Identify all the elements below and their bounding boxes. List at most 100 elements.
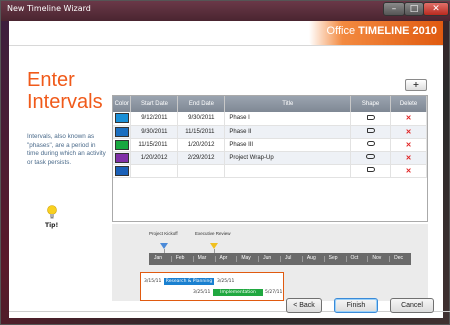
color-swatch[interactable] (114, 126, 129, 137)
add-interval-button[interactable]: + (405, 79, 427, 91)
month-separator (323, 256, 325, 262)
header-start-date[interactable]: Start Date (130, 96, 179, 112)
task-end-date: 3/25/11 (217, 279, 235, 284)
start-date-cell[interactable]: 9/30/2011 (130, 125, 179, 139)
delete-icon[interactable]: ✕ (406, 129, 412, 136)
task-bar: Implementation (213, 289, 263, 296)
close-button[interactable]: ✕ (423, 2, 449, 16)
color-cell[interactable] (113, 164, 132, 178)
task-start-date: 3/25/11 (193, 290, 211, 295)
color-cell[interactable] (113, 125, 132, 139)
rounded-shape-icon[interactable] (366, 141, 375, 146)
month-label: Feb (175, 255, 185, 261)
title-cell[interactable] (224, 164, 352, 178)
delete-icon[interactable]: ✕ (406, 155, 412, 162)
end-date-cell[interactable]: 9/30/2011 (177, 112, 226, 126)
month-separator (258, 256, 260, 262)
month-separator (236, 256, 238, 262)
banner-shape-icon[interactable] (366, 114, 375, 120)
start-date-cell[interactable] (130, 164, 179, 178)
month-label: Jun (263, 255, 272, 261)
shape-cell[interactable] (350, 151, 392, 165)
month-label: Aug (306, 255, 316, 261)
color-swatch[interactable] (114, 113, 129, 124)
delete-icon[interactable]: ✕ (406, 142, 412, 149)
header-end-date[interactable]: End Date (177, 96, 226, 112)
table-row[interactable]: 1/20/2012 2/29/2012 Project Wrap-Up ✕ (113, 151, 427, 165)
maximize-button[interactable]: □ (404, 2, 424, 16)
delete-cell[interactable]: ✕ (390, 164, 427, 178)
shape-cell[interactable] (350, 138, 392, 152)
month-label: Mar (197, 255, 207, 261)
shape-cell[interactable] (350, 125, 392, 139)
brand-timeline: TIMELINE 2010 (358, 25, 437, 37)
cancel-button[interactable]: Cancel (390, 298, 434, 313)
delete-cell[interactable]: ✕ (390, 151, 427, 165)
month-label: Apr (219, 255, 228, 261)
color-cell[interactable] (113, 138, 132, 152)
color-swatch[interactable] (114, 152, 129, 163)
finish-button[interactable]: Finish (334, 298, 378, 313)
month-separator (389, 256, 391, 262)
start-date-cell[interactable]: 9/12/2011 (130, 112, 179, 126)
heading-line-1: Enter (27, 69, 75, 91)
delete-icon[interactable]: ✕ (406, 168, 412, 175)
brand-office: Office (326, 25, 356, 37)
shape-cell[interactable] (350, 112, 392, 126)
header-delete[interactable]: Delete (390, 96, 427, 112)
milestone-label: Project Kickoff (149, 231, 178, 236)
title-cell[interactable]: Phase III (224, 138, 352, 152)
minimize-button[interactable]: – (383, 2, 405, 16)
color-cell[interactable] (113, 151, 132, 165)
footer-divider (9, 311, 450, 312)
month-separator (192, 256, 194, 262)
intervals-table: Color Start Date End Date Title Shape De… (113, 96, 427, 178)
banner-shape-icon[interactable] (366, 167, 375, 172)
arrow-shape-icon[interactable] (366, 154, 376, 159)
task-bar: Research & Planning (164, 278, 214, 285)
month-label: Dec (394, 255, 404, 261)
color-cell[interactable] (113, 112, 132, 126)
start-date-cell[interactable]: 11/15/2011 (130, 138, 179, 152)
shape-cell[interactable] (350, 164, 392, 178)
delete-cell[interactable]: ✕ (390, 112, 427, 126)
header-color[interactable]: Color (113, 96, 132, 112)
month-separator (301, 256, 303, 262)
table-row[interactable]: ✕ (113, 164, 427, 178)
end-date-cell[interactable] (177, 164, 226, 178)
table-row[interactable]: 9/12/2011 9/30/2011 Phase I ✕ (113, 112, 427, 126)
end-date-cell[interactable]: 11/15/2011 (177, 125, 226, 139)
month-label: May (241, 255, 251, 261)
header-divider (9, 45, 443, 46)
month-separator (367, 256, 369, 262)
title-cell[interactable]: Project Wrap-Up (224, 151, 352, 165)
start-date-cell[interactable]: 1/20/2012 (130, 151, 179, 165)
brand-logo: Office TIMELINE 2010 (327, 25, 437, 37)
header-title[interactable]: Title (224, 96, 352, 112)
color-swatch[interactable] (114, 165, 129, 176)
month-separator (170, 256, 172, 262)
milestone-label: Executive Review (195, 231, 231, 236)
task-start-date: 3/15/11 (144, 279, 162, 284)
delete-cell[interactable]: ✕ (390, 125, 427, 139)
intervals-description: Intervals, also known as "phases", are a… (27, 133, 106, 166)
table-header-row: Color Start Date End Date Title Shape De… (113, 96, 427, 112)
title-bar[interactable]: New Timeline Wizard – □ ✕ (1, 1, 450, 21)
heading-line-2: Intervals (27, 91, 103, 113)
title-cell[interactable]: Phase II (224, 125, 352, 139)
table-row[interactable]: 9/30/2011 11/15/2011 Phase II ✕ (113, 125, 427, 139)
intervals-grid: Color Start Date End Date Title Shape De… (112, 95, 428, 222)
header-shape[interactable]: Shape (350, 96, 392, 112)
page-heading: Enter Intervals (27, 69, 103, 113)
title-cell[interactable]: Phase I (224, 112, 352, 126)
delete-cell[interactable]: ✕ (390, 138, 427, 152)
end-date-cell[interactable]: 1/20/2012 (177, 138, 226, 152)
window-title: New Timeline Wizard (7, 4, 91, 13)
delete-icon[interactable]: ✕ (406, 115, 412, 122)
banner-shape-icon[interactable] (366, 128, 375, 133)
color-swatch[interactable] (114, 139, 129, 150)
back-button[interactable]: < Back (286, 298, 322, 313)
table-row[interactable]: 11/15/2011 1/20/2012 Phase III ✕ (113, 138, 427, 152)
tip-label: Tip! (45, 222, 59, 229)
end-date-cell[interactable]: 2/29/2012 (177, 151, 226, 165)
